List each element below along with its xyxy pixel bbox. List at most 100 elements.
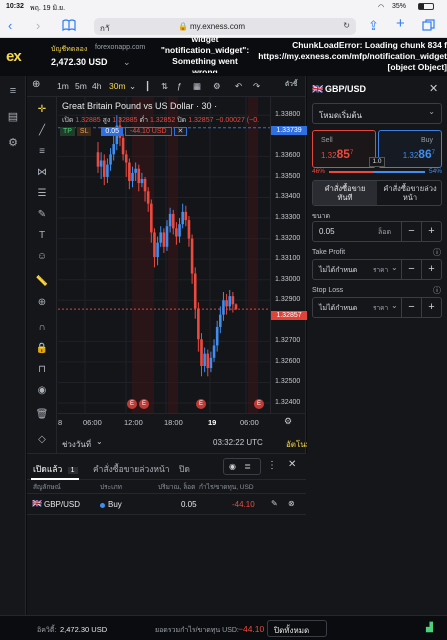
edit-icon[interactable]: ✎ [271, 499, 278, 508]
indicators-label[interactable]: ตัวชี้ [285, 79, 297, 89]
event-marker[interactable]: E [254, 399, 264, 409]
buy-price: 1.32867 [402, 147, 435, 161]
url-prefix: กาั [100, 24, 110, 33]
back-icon[interactable]: ‹ [8, 19, 12, 33]
candle-body [181, 211, 184, 225]
parallel-channel-icon[interactable]: ≡ [35, 145, 49, 159]
zoom-in-icon[interactable]: ⊕ [35, 296, 49, 310]
close-icon[interactable]: ✕ [429, 82, 438, 95]
more-options-icon[interactable]: ⋮ [267, 460, 277, 471]
ruler-icon[interactable]: 📏 [35, 275, 49, 289]
tab-pending-orders[interactable]: คำสั่งซื้อขายล่วงหน้า [93, 462, 170, 476]
tab-closed-positions[interactable]: ปิด [179, 462, 190, 476]
table-row[interactable]: 🇬🇧 GBP/USD Buy 0.05 -44.10 ✎ ⊗ [27, 493, 306, 515]
utc-clock[interactable]: 03:32:22 UTC [213, 438, 263, 447]
event-marker[interactable]: E [127, 399, 137, 409]
chevron-down-icon[interactable]: ⌄ [129, 81, 136, 92]
tabs-icon[interactable] [422, 19, 435, 35]
emoji-icon[interactable]: ☺ [35, 250, 49, 264]
chevron-down-icon[interactable]: ⌄ [391, 263, 398, 272]
add-symbol-icon[interactable]: ⊕ [32, 79, 40, 90]
url-bar[interactable]: กาั 🔒 my.exness.com ↻ [94, 18, 356, 35]
plus-icon[interactable]: + [421, 260, 441, 279]
account-balance[interactable]: 2,472.30 USD [51, 57, 108, 67]
buy-button[interactable]: Buy 1.32867 [378, 130, 442, 168]
order-mode-select[interactable]: โหมดเริ่มต้น ⌄ [312, 103, 442, 124]
tab-pending-order[interactable]: คำสั่งซื้อขายล่วงหน้า [378, 181, 442, 205]
chevron-down-icon[interactable]: ⌄ [123, 57, 131, 68]
indicators-icon[interactable]: ƒ [177, 81, 182, 91]
timeframe-5m[interactable]: 5m [75, 81, 87, 91]
layers-icon[interactable]: ≣ [244, 462, 251, 471]
compare-icon[interactable]: ⇅ [161, 81, 168, 92]
tab-market-order[interactable]: คำสั่งซื้อขายทันที [313, 181, 377, 205]
plus-icon[interactable]: + [421, 298, 441, 317]
sl-button[interactable]: SL [76, 127, 92, 136]
menu-icon[interactable]: ≡ [6, 84, 20, 98]
account-type[interactable]: บัญชีทดลอง [51, 44, 87, 55]
timeframe-30m[interactable]: 30m [109, 81, 126, 91]
trendline-icon[interactable]: ╱ [35, 124, 49, 138]
price-tick: 1.33300 [275, 214, 301, 222]
sell-button[interactable]: Sell 1.32857 [312, 130, 376, 168]
share-icon[interactable]: ⇪ [368, 19, 379, 33]
info-icon[interactable]: ⓘ [433, 285, 441, 296]
stop-loss-input[interactable]: ไม่ได้กำหนด ราคา ⌄ − + [312, 297, 442, 318]
reload-icon[interactable]: ↻ [343, 21, 350, 30]
redo-icon[interactable]: ↷ [253, 81, 260, 92]
minus-icon[interactable]: − [401, 260, 421, 279]
grid-layout-icon[interactable]: ▦ [193, 81, 201, 92]
settings-icon[interactable]: ⚙ [6, 136, 20, 150]
candle-type-icon[interactable]: ┃ [145, 81, 150, 92]
hide-panel-icon[interactable]: ◇ [35, 433, 49, 447]
eye-icon[interactable]: ◉ [35, 384, 49, 398]
magnet-icon[interactable]: ∩ [35, 321, 49, 335]
close-all-button[interactable]: ปิดทั้งหมด ⌄ [267, 620, 327, 640]
fib-icon[interactable]: ☰ [35, 187, 49, 201]
text-icon[interactable]: T [35, 229, 49, 243]
tp-button[interactable]: TP [60, 127, 75, 136]
sentiment-sell: 46% [312, 168, 326, 175]
event-marker[interactable]: E [196, 399, 206, 409]
view-toggle[interactable]: ◉ ≣ [223, 458, 261, 475]
info-icon[interactable]: ⓘ [433, 247, 441, 258]
crosshair-icon[interactable]: ✛ [35, 103, 49, 117]
event-marker[interactable]: E [139, 399, 149, 409]
settings-icon[interactable]: ⚙ [213, 81, 221, 92]
chart-plot-area[interactable]: Great Britain Pound vs US Dollar · 30 · … [58, 97, 270, 413]
settings-icon[interactable]: ⚙ [284, 416, 292, 427]
calendar-icon[interactable]: ▤ [6, 110, 20, 124]
close-icon[interactable]: ✕ [288, 459, 296, 470]
date-range-button[interactable]: ช่วงวันที่ [62, 438, 91, 451]
plus-icon[interactable]: + [421, 222, 441, 241]
pattern-icon[interactable]: ⋈ [35, 166, 49, 180]
position-line-label[interactable]: TP SL 0.05 -44.10 USD ✕ [60, 127, 188, 138]
timeframe-4h[interactable]: 4h [92, 81, 101, 91]
candle-body [168, 213, 172, 227]
eye-icon[interactable]: ◉ [229, 462, 236, 471]
session-shade [168, 97, 178, 413]
active-tab-underline [31, 478, 79, 480]
brush-icon[interactable]: ✎ [35, 208, 49, 222]
take-profit-input[interactable]: ไม่ได้กำหนด ราคา ⌄ − + [312, 259, 442, 280]
chevron-down-icon[interactable]: ⌄ [96, 437, 103, 446]
exness-logo[interactable]: ex [6, 48, 22, 65]
volume-input[interactable]: 0.05 ล็อต − + [312, 221, 442, 242]
close-position-icon[interactable]: ⊗ [288, 499, 295, 508]
minus-icon[interactable]: − [401, 222, 421, 241]
timeframe-1m[interactable]: 1m [57, 81, 69, 91]
app-header: ex บัญชีทดลอง forexonapp.com 2,472.30 US… [0, 34, 447, 76]
tab-open-positions[interactable]: เปิดแล้ว 1 [33, 462, 78, 476]
chevron-down-icon[interactable]: ⌄ [391, 301, 398, 310]
minus-icon[interactable]: − [401, 298, 421, 317]
lock-drawings-icon[interactable]: 🔒 [35, 342, 49, 356]
price-axis[interactable]: 1.33800 1.33600 1.33500 1.33400 1.33300 1.332… [270, 97, 307, 413]
book-icon[interactable] [62, 19, 76, 34]
lock-icon[interactable]: ⊓ [35, 363, 49, 377]
trash-icon[interactable]: 🗑 [35, 408, 49, 422]
new-tab-icon[interactable]: + [396, 16, 405, 31]
time-axis[interactable]: 8 06:00 12:00 18:00 19 06:00 ⚙ [58, 413, 306, 431]
close-position-icon[interactable]: ✕ [173, 127, 188, 136]
undo-icon[interactable]: ↶ [235, 81, 242, 92]
forward-icon[interactable]: › [36, 19, 40, 33]
